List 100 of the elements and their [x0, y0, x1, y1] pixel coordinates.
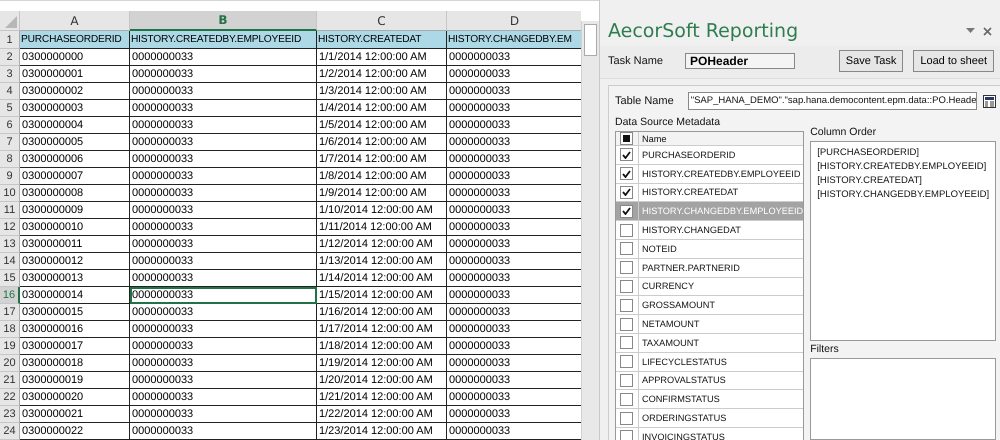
- metadata-row[interactable]: HISTORY.CHANGEDAT: [616, 221, 804, 240]
- table-cell[interactable]: 1/11/2014 12:00:00 AM: [317, 219, 447, 236]
- table-cell[interactable]: 0000000033: [130, 100, 317, 117]
- table-cell[interactable]: 0000000033: [130, 406, 317, 423]
- table-cell[interactable]: 0300000017: [20, 338, 130, 355]
- scrollbar[interactable]: [581, 21, 599, 440]
- table-cell[interactable]: 1/5/2014 12:00:00 AM: [317, 117, 447, 134]
- task-name-field[interactable]: POHeader: [685, 53, 796, 69]
- metadata-row[interactable]: TAXAMOUNT: [616, 334, 804, 353]
- table-cell[interactable]: 1/19/2014 12:00:00 AM: [317, 355, 447, 372]
- checkbox[interactable]: [620, 412, 633, 425]
- table-cell[interactable]: 0300000022: [20, 423, 130, 440]
- metadata-row[interactable]: HISTORY.CREATEDBY.EMPLOYEEID: [616, 164, 804, 184]
- table-cell[interactable]: 1/7/2014 12:00:00 AM: [317, 151, 447, 168]
- checkbox[interactable]: [620, 261, 633, 274]
- checkbox[interactable]: [620, 298, 633, 312]
- table-cell[interactable]: 0000000033: [130, 236, 317, 253]
- table-cell[interactable]: 1/14/2014 12:00:00 AM: [317, 270, 447, 287]
- table-cell[interactable]: 0000000033: [130, 117, 317, 134]
- checkbox[interactable]: [620, 336, 633, 350]
- metadata-row[interactable]: NOTEID: [616, 240, 804, 259]
- table-cell[interactable]: 0000000033: [130, 202, 317, 219]
- table-cell[interactable]: 1/22/2014 12:00:00 AM: [317, 406, 447, 423]
- table-cell[interactable]: 0300000002: [20, 83, 130, 100]
- table-cell[interactable]: 0300000016: [20, 321, 130, 338]
- header-cell[interactable]: HISTORY.CREATEDAT: [317, 31, 447, 49]
- table-cell[interactable]: 0300000005: [20, 134, 130, 151]
- table-cell[interactable]: 0300000015: [20, 304, 130, 321]
- table-cell[interactable]: 1/8/2014 12:00:00 AM: [317, 168, 447, 185]
- table-picker-icon[interactable]: [983, 94, 996, 108]
- table-cell[interactable]: 1/6/2014 12:00:00 AM: [317, 134, 447, 151]
- table-cell[interactable]: 0300000007: [20, 168, 130, 185]
- table-cell[interactable]: 1/16/2014 12:00:00 AM: [317, 304, 447, 321]
- checkbox[interactable]: [620, 355, 633, 368]
- table-cell[interactable]: 0300000001: [20, 66, 130, 83]
- checkbox[interactable]: [620, 318, 633, 331]
- checkbox[interactable]: [620, 430, 633, 440]
- checkbox[interactable]: [620, 167, 633, 180]
- metadata-row[interactable]: CONFIRMSTATUS: [616, 390, 804, 410]
- row-header[interactable]: 6: [0, 117, 20, 134]
- row-header[interactable]: 14: [0, 253, 20, 270]
- table-cell[interactable]: 0000000033: [130, 321, 317, 338]
- table-cell[interactable]: 0000000033: [130, 185, 317, 202]
- table-cell[interactable]: 1/21/2014 12:00:00 AM: [317, 389, 447, 406]
- checkbox[interactable]: [620, 242, 633, 256]
- table-cell[interactable]: 1/13/2014 12:00:00 AM: [317, 253, 447, 270]
- table-cell[interactable]: 0000000033: [130, 134, 317, 151]
- metadata-row[interactable]: PARTNER.PARTNERID: [616, 258, 804, 278]
- row-header[interactable]: 18: [0, 321, 20, 338]
- row-header[interactable]: 9: [0, 168, 20, 185]
- table-cell[interactable]: 1/18/2014 12:00:00 AM: [317, 338, 447, 355]
- checkbox[interactable]: [620, 204, 633, 218]
- table-cell[interactable]: 1/15/2014 12:00:00 AM: [317, 287, 447, 304]
- table-cell[interactable]: 1/12/2014 12:00:00 AM: [317, 236, 447, 253]
- table-cell[interactable]: 1/10/2014 12:00:00 AM: [317, 202, 447, 219]
- checkbox[interactable]: [620, 132, 633, 145]
- table-cell[interactable]: 0300000006: [20, 151, 130, 168]
- close-icon[interactable]: [983, 26, 992, 36]
- table-cell[interactable]: 1/20/2014 12:00:00 AM: [317, 372, 447, 389]
- row-header[interactable]: 15: [0, 270, 20, 287]
- row-header[interactable]: 12: [0, 219, 20, 236]
- metadata-row[interactable]: PURCHASEORDERID: [616, 146, 804, 165]
- row-header[interactable]: 1: [0, 31, 20, 49]
- metadata-row[interactable]: CURRENCY: [616, 278, 804, 296]
- table-cell[interactable]: 0300000010: [20, 219, 130, 236]
- table-cell[interactable]: 0300000012: [20, 253, 130, 270]
- row-header[interactable]: 24: [0, 423, 20, 440]
- table-cell[interactable]: 0300000000: [20, 49, 130, 66]
- row-header[interactable]: 3: [0, 66, 20, 83]
- header-cell[interactable]: HISTORY.CHANGEDBY.EM: [447, 31, 582, 49]
- table-cell[interactable]: 0000000033: [130, 83, 317, 100]
- metadata-row[interactable]: ORDERINGSTATUS: [616, 409, 804, 428]
- table-cell[interactable]: 0300000008: [20, 185, 130, 202]
- table-cell[interactable]: 0300000009: [20, 202, 130, 219]
- row-header[interactable]: 21: [0, 372, 20, 389]
- header-cell[interactable]: PURCHASEORDERID: [20, 31, 130, 49]
- table-cell[interactable]: 0000000033: [130, 270, 317, 287]
- list-item[interactable]: [HISTORY.CHANGEDBY.EMPLOYEEID]: [817, 188, 990, 202]
- table-cell[interactable]: 1/4/2014 12:00:00 AM: [317, 100, 447, 117]
- table-cell[interactable]: 1/3/2014 12:00:00 AM: [317, 83, 447, 100]
- table-cell[interactable]: 1/2/2014 12:00:00 AM: [317, 66, 447, 83]
- metadata-row[interactable]: NETAMOUNT: [616, 315, 804, 334]
- table-cell[interactable]: 0000000033: [130, 304, 317, 321]
- table-cell[interactable]: 1/1/2014 12:00:00 AM: [317, 49, 447, 66]
- table-cell[interactable]: 0300000013: [20, 270, 130, 287]
- row-header[interactable]: 5: [0, 100, 20, 117]
- table-cell[interactable]: 0000000033: [130, 338, 317, 355]
- row-header[interactable]: 23: [0, 406, 20, 423]
- column-header[interactable]: D: [447, 11, 582, 31]
- table-cell[interactable]: 0300000014: [20, 287, 130, 304]
- checkbox[interactable]: [620, 280, 633, 293]
- checkbox[interactable]: [620, 224, 633, 237]
- metadata-row[interactable]: INVOICINGSTATUS: [616, 428, 804, 440]
- table-cell[interactable]: 1/9/2014 12:00:00 AM: [317, 185, 447, 202]
- list-item[interactable]: [HISTORY.CREATEDAT]: [817, 174, 990, 188]
- row-header[interactable]: 7: [0, 134, 20, 151]
- table-cell[interactable]: 0000000033: [130, 372, 317, 389]
- table-cell[interactable]: 0000000033: [130, 219, 317, 236]
- table-cell[interactable]: 0000000033: [130, 66, 317, 83]
- metadata-row[interactable]: LIFECYCLESTATUS: [616, 352, 804, 372]
